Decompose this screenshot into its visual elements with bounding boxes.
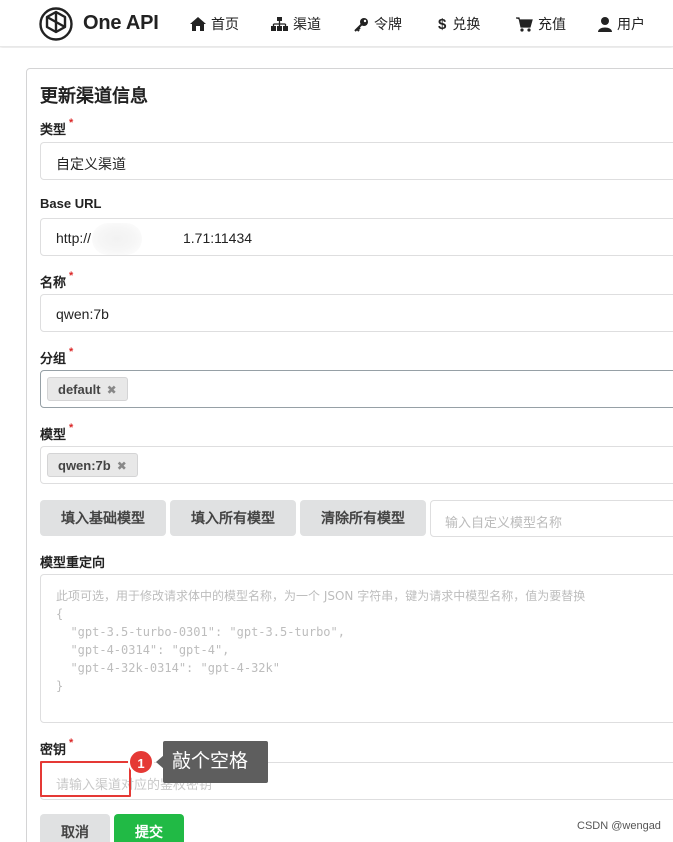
- type-select-value: 自定义渠道: [56, 156, 126, 172]
- brand-title[interactable]: One API: [83, 12, 159, 35]
- type-label: 类型 *: [40, 117, 74, 137]
- annotation-tooltip: 敲个空格: [163, 741, 268, 783]
- group-multiselect[interactable]: default ✖: [40, 370, 673, 408]
- nav-users-label: 用户: [617, 16, 645, 32]
- page-title: 更新渠道信息: [40, 86, 148, 106]
- fill-all-models-button[interactable]: 填入所有模型: [170, 500, 296, 536]
- home-icon: [190, 17, 206, 31]
- group-chip[interactable]: default ✖: [47, 377, 128, 401]
- required-mark: *: [69, 270, 74, 282]
- fill-basic-models-button[interactable]: 填入基础模型: [40, 500, 166, 536]
- base-url-value-prefix: http://: [56, 230, 92, 246]
- nav-redeem-label: 兑换: [452, 16, 481, 32]
- watermark: CSDN @wengad: [577, 820, 661, 832]
- nav-topup-label: 充值: [538, 16, 566, 32]
- remove-chip-icon[interactable]: ✖: [107, 383, 117, 397]
- required-mark: *: [69, 422, 74, 434]
- nav-tokens[interactable]: 令牌: [354, 14, 402, 34]
- custom-model-input[interactable]: 输入自定义模型名称: [430, 500, 673, 537]
- cancel-button[interactable]: 取消: [40, 814, 110, 842]
- nav-users[interactable]: 用户: [598, 14, 645, 34]
- model-mapping-placeholder: 此项可选，用于修改请求体中的模型名称，为一个 JSON 字符串，键为请求中模型名…: [56, 589, 586, 693]
- cart-icon: [516, 16, 533, 32]
- type-select[interactable]: 自定义渠道: [40, 142, 673, 180]
- top-navbar: One API 首页 渠道 令牌 $ 兑换 充值 用户: [0, 0, 673, 47]
- required-mark: *: [69, 737, 74, 749]
- models-multiselect[interactable]: qwen:7b ✖: [40, 446, 673, 484]
- sitemap-icon: [271, 17, 288, 31]
- nav-channels-label: 渠道: [293, 16, 321, 32]
- group-label: 分组 *: [40, 346, 74, 366]
- nav-redeem[interactable]: $ 兑换: [438, 14, 480, 34]
- nav-home-label: 首页: [211, 16, 239, 32]
- nav-tokens-label: 令牌: [374, 16, 402, 32]
- nav-topup[interactable]: 充值: [516, 14, 566, 34]
- submit-button[interactable]: 提交: [114, 814, 184, 842]
- base-url-value-suffix: 1.71:11434: [183, 230, 253, 246]
- model-mapping-textarea[interactable]: 此项可选，用于修改请求体中的模型名称，为一个 JSON 字符串，键为请求中模型名…: [40, 574, 673, 723]
- required-mark: *: [69, 117, 74, 129]
- remove-chip-icon[interactable]: ✖: [117, 459, 127, 473]
- nav-channels[interactable]: 渠道: [271, 14, 321, 34]
- dollar-icon: $: [438, 15, 447, 33]
- base-url-label: Base URL: [40, 196, 102, 211]
- model-chip-label: qwen:7b: [58, 458, 111, 473]
- models-label: 模型 *: [40, 422, 74, 442]
- name-input-value: qwen:7b: [56, 306, 109, 322]
- redaction-blur: [92, 223, 142, 255]
- key-icon: [354, 17, 368, 32]
- annotation-highlight-box: [40, 761, 131, 797]
- annotation-step-badge: 1: [128, 749, 154, 775]
- nav-home[interactable]: 首页: [190, 14, 239, 34]
- key-label: 密钥 *: [40, 737, 74, 757]
- name-input[interactable]: qwen:7b: [40, 294, 673, 332]
- model-mapping-label: 模型重定向: [40, 555, 106, 570]
- custom-model-placeholder: 输入自定义模型名称: [445, 515, 563, 530]
- openai-logo-icon[interactable]: [38, 6, 74, 42]
- group-chip-label: default: [58, 382, 101, 397]
- user-icon: [598, 16, 612, 32]
- clear-all-models-button[interactable]: 清除所有模型: [300, 500, 426, 536]
- required-mark: *: [69, 346, 74, 358]
- model-chip[interactable]: qwen:7b ✖: [47, 453, 138, 477]
- name-label: 名称 *: [40, 270, 74, 290]
